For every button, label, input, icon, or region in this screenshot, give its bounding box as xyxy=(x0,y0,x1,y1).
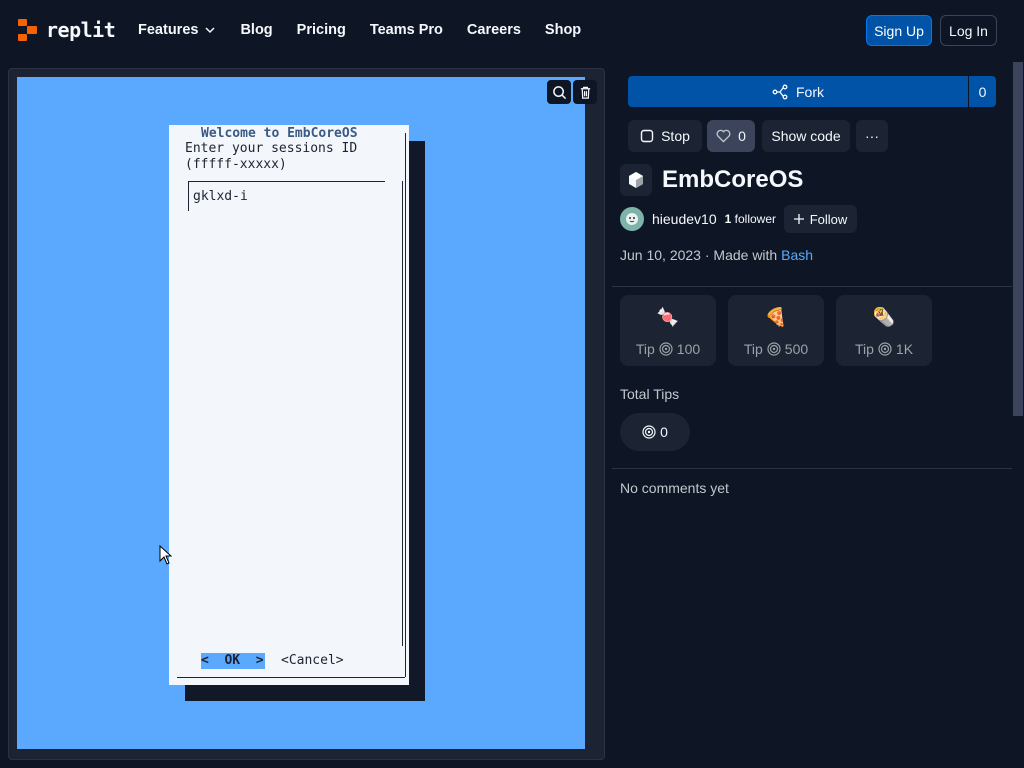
created-date: Jun 10, 2023 xyxy=(620,247,701,263)
tip-text: Tip xyxy=(635,341,655,357)
like-button[interactable]: 0 xyxy=(707,120,755,152)
prompt-line-2: (fffff-xxxxx) xyxy=(185,157,287,172)
mouse-cursor-icon xyxy=(159,545,172,565)
sign-up-button[interactable]: Sign Up xyxy=(866,15,932,46)
repl-header: EmbCoreOS xyxy=(620,164,803,196)
cycles-icon xyxy=(659,342,673,356)
total-tips-label: Total Tips xyxy=(620,386,680,402)
like-count: 0 xyxy=(738,128,746,144)
nav-links: Features Blog Pricing Teams Pro Careers … xyxy=(138,22,605,38)
followers-label: follower xyxy=(734,212,777,226)
followers-count: 1 xyxy=(724,212,732,226)
tip-card[interactable]: 🍬 Tip 100 xyxy=(620,295,716,366)
tip-label: Tip 500 xyxy=(728,341,824,357)
heart-icon xyxy=(716,129,731,143)
avatar-face-icon xyxy=(626,213,638,225)
search-icon xyxy=(552,85,566,99)
followers[interactable]: 1 follower xyxy=(725,212,776,226)
cancel-button[interactable]: <Cancel> xyxy=(281,653,344,669)
nav-careers[interactable]: Careers xyxy=(467,22,521,38)
fork-icon xyxy=(772,84,788,99)
avatar[interactable] xyxy=(620,207,644,231)
owner-row: hieudev10 1 follower Follow xyxy=(620,205,858,233)
burrito-icon: 🌯 xyxy=(872,307,896,327)
no-comments-text: No comments yet xyxy=(620,480,729,496)
repl-cube-icon xyxy=(620,164,652,196)
brand-name: replit xyxy=(46,18,116,42)
fork-count[interactable]: 0 xyxy=(969,76,996,107)
nav-blog[interactable]: Blog xyxy=(240,22,272,38)
session-id-input[interactable]: gklxd-i xyxy=(193,189,248,204)
tip-label: Tip 1K xyxy=(836,341,932,357)
tip-amount: 500 xyxy=(784,341,809,357)
owner-name[interactable]: hieudev10 xyxy=(652,211,717,227)
tip-label: Tip 100 xyxy=(620,341,716,357)
tip-text: Tip xyxy=(854,341,874,357)
tip-amount: 100 xyxy=(676,341,701,357)
stop-icon xyxy=(640,129,654,143)
dialog-border-bottom xyxy=(177,677,405,678)
nav-teams-pro[interactable]: Teams Pro xyxy=(370,22,443,38)
repl-meta: Jun 10, 2023 · Made with Bash xyxy=(620,247,813,263)
top-navigation: replit Features Blog Pricing Teams Pro C… xyxy=(0,0,1024,62)
terminal-tools xyxy=(547,80,597,104)
replit-logo-icon xyxy=(18,19,38,41)
cycles-icon xyxy=(642,425,656,439)
dialog-inner-border xyxy=(402,181,403,646)
dialog-prompt: Enter your sessions ID (fffff-xxxxx) xyxy=(185,141,357,173)
fork-button[interactable]: Fork xyxy=(628,76,968,107)
plus-icon xyxy=(793,214,804,224)
tip-card[interactable]: 🌯 Tip 1K xyxy=(836,295,932,366)
dialog-title: Welcome to EmbCoreOS xyxy=(201,126,358,141)
nav-pricing[interactable]: Pricing xyxy=(297,22,346,38)
nav-features[interactable]: Features xyxy=(138,22,216,38)
trash-icon xyxy=(580,86,590,99)
cycles-icon xyxy=(878,342,892,356)
follow-label: Follow xyxy=(809,211,848,227)
tip-card[interactable]: 🍕 Tip 500 xyxy=(728,295,824,366)
divider xyxy=(612,468,1012,469)
show-code-button[interactable]: Show code xyxy=(762,120,850,152)
more-options-button[interactable]: ··· xyxy=(856,120,888,152)
total-tips-count: 0 xyxy=(660,424,668,440)
scrollbar-thumb[interactable] xyxy=(1013,62,1023,416)
replit-logo[interactable]: replit xyxy=(18,18,116,42)
chevron-down-icon xyxy=(205,27,215,34)
made-with-label: · Made with xyxy=(704,247,778,263)
nav-shop[interactable]: Shop xyxy=(545,22,581,38)
total-tips-value: 0 xyxy=(620,413,690,451)
pizza-icon: 🍕 xyxy=(764,307,788,327)
fork-label: Fork xyxy=(796,83,824,100)
dialog-border-right xyxy=(405,133,406,677)
cycles-icon xyxy=(767,342,781,356)
tip-text: Tip xyxy=(743,341,763,357)
nav-features-label: Features xyxy=(138,22,199,38)
stop-button[interactable]: Stop xyxy=(628,120,702,152)
prompt-line-1: Enter your sessions ID xyxy=(185,141,358,156)
ok-button[interactable]: < OK > xyxy=(201,653,265,669)
candy-icon: 🍬 xyxy=(656,307,680,327)
session-dialog: Welcome to EmbCoreOS Enter your sessions… xyxy=(169,125,409,685)
stop-label: Stop xyxy=(661,128,690,144)
divider xyxy=(612,286,1012,287)
repl-title: EmbCoreOS xyxy=(662,166,804,193)
language-link[interactable]: Bash xyxy=(781,247,813,263)
log-in-button[interactable]: Log In xyxy=(940,15,997,46)
search-button[interactable] xyxy=(547,80,571,104)
follow-button[interactable]: Follow xyxy=(784,205,858,233)
clear-button[interactable] xyxy=(573,80,597,104)
tip-amount: 1K xyxy=(895,341,914,357)
